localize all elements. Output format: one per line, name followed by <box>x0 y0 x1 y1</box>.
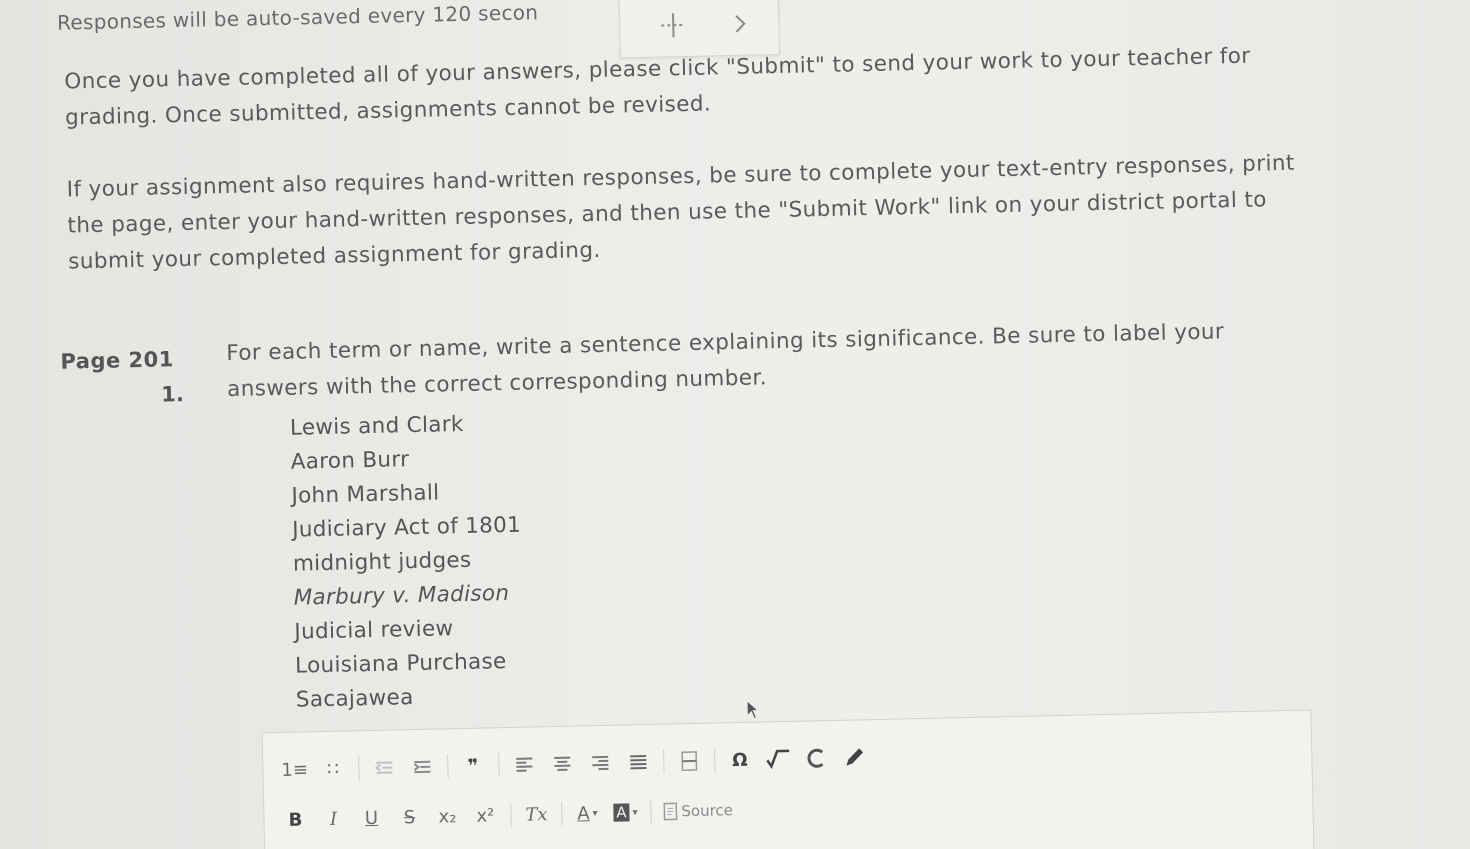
handwritten-instructions: If your assignment also requires hand-wr… <box>66 146 1296 281</box>
subscript-button[interactable]: x₂ <box>434 802 461 831</box>
term-item: Lewis and Clark <box>289 411 464 441</box>
align-center-icon <box>553 756 570 771</box>
math-formula-button[interactable] <box>765 745 792 774</box>
editor-toolbar-row-1: 1≡ ∷ ❞ Ω <box>281 740 879 787</box>
term-item: midnight judges <box>292 547 472 577</box>
source-icon <box>663 802 678 821</box>
align-left-icon <box>515 757 532 772</box>
toolbar-divider <box>446 754 449 779</box>
chevron-down-icon: ▾ <box>592 807 598 819</box>
mouse-cursor-icon <box>746 699 760 720</box>
subscript-icon: x₂ <box>438 805 457 828</box>
terms-list: Lewis and Clark Aaron Burr John Marshall… <box>290 407 526 718</box>
italic-icon: I <box>329 808 338 830</box>
outdent-button[interactable] <box>371 753 398 782</box>
align-right-button[interactable] <box>587 749 614 778</box>
toolbar-divider <box>650 799 652 824</box>
term-item: Aaron Burr <box>290 447 410 475</box>
source-label: Source <box>681 801 734 821</box>
blockquote-icon: ❞ <box>467 755 479 777</box>
indent-icon <box>413 760 431 774</box>
draw-button[interactable] <box>841 743 868 772</box>
align-justify-button[interactable] <box>625 748 652 777</box>
toolbar-divider <box>662 749 665 774</box>
move-icon[interactable] <box>658 10 689 41</box>
spellcheck-icon <box>807 748 823 768</box>
numbered-list-icon: 1≡ <box>281 758 309 781</box>
text-color-icon: A <box>577 802 590 825</box>
question-number: 1. <box>160 382 185 407</box>
editor-toolbar-row-2: B I U S x₂ x² Tx A ▾ A ▾ Source <box>282 793 745 837</box>
rich-text-editor[interactable]: 1≡ ∷ ❞ Ω B I U S x₂ x² Tx A ▾ A ▾ Source <box>261 709 1315 849</box>
align-center-button[interactable] <box>549 750 576 779</box>
bold-icon: B <box>288 809 303 831</box>
toolbar-divider <box>713 748 716 773</box>
term-item: John Marshall <box>291 480 440 509</box>
toolbar-divider <box>497 753 500 778</box>
blockquote-button[interactable]: ❞ <box>460 752 487 781</box>
spellcheck-button[interactable] <box>803 744 830 773</box>
assignment-page: Responses will be auto-saved every 120 s… <box>0 0 1470 849</box>
strikethrough-icon: S <box>403 806 416 828</box>
page-label: Page 201 <box>60 347 175 374</box>
superscript-icon: x² <box>476 804 495 827</box>
superscript-button[interactable]: x² <box>472 801 499 830</box>
remove-format-button[interactable]: Tx <box>523 800 550 829</box>
term-item: Marbury v. Madison <box>293 580 510 611</box>
bulleted-list-button[interactable]: ∷ <box>320 755 347 784</box>
background-color-button[interactable]: A ▾ <box>612 798 639 827</box>
pencil-icon <box>846 748 863 766</box>
background-color-icon: A <box>613 803 630 822</box>
term-item: Judiciary Act of 1801 <box>291 512 522 543</box>
numbered-list-button[interactable]: 1≡ <box>281 755 308 784</box>
square-root-icon <box>765 749 789 769</box>
term-item: Judicial review <box>294 616 454 645</box>
underline-icon: U <box>364 807 379 829</box>
horizontal-rule-icon <box>680 751 697 772</box>
toolbar-divider <box>357 756 360 781</box>
align-right-icon <box>591 755 609 771</box>
align-left-button[interactable] <box>511 750 538 779</box>
strikethrough-button[interactable]: S <box>396 803 423 832</box>
term-item: Louisiana Purchase <box>294 649 507 679</box>
bold-button[interactable]: B <box>282 805 309 834</box>
autosave-notice: Responses will be auto-saved every 120 s… <box>56 0 539 35</box>
underline-button[interactable]: U <box>358 804 385 833</box>
bulleted-list-icon: ∷ <box>326 758 339 780</box>
outdent-icon <box>374 761 393 774</box>
submit-instructions: Once you have completed all of your answ… <box>64 39 1252 137</box>
chevron-right-icon[interactable] <box>730 9 751 39</box>
italic-button[interactable]: I <box>320 805 347 834</box>
toolbar-divider <box>510 802 512 827</box>
question-prompt: For each term or name, write a sentence … <box>226 314 1225 408</box>
chevron-down-icon: ▾ <box>632 806 638 818</box>
align-justify-icon <box>629 755 647 770</box>
indent-button[interactable] <box>409 753 436 782</box>
omega-icon: Ω <box>731 749 748 771</box>
horizontal-rule-button[interactable] <box>676 747 703 776</box>
remove-format-icon: Tx <box>525 803 548 826</box>
source-button[interactable]: Source <box>663 796 733 826</box>
special-character-button[interactable]: Ω <box>727 746 754 775</box>
text-color-button[interactable]: A ▾ <box>574 799 601 828</box>
term-item: Sacajawea <box>295 685 414 713</box>
toolbar-divider <box>561 801 563 826</box>
